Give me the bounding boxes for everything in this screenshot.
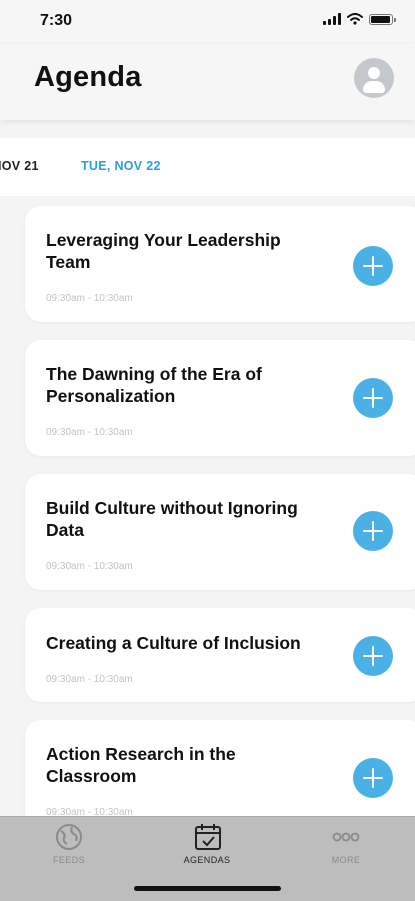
session-title: Leveraging Your Leadership Team — [46, 230, 281, 272]
date-tab-previous[interactable]: IOV 21 — [0, 159, 39, 173]
plus-icon-stroke — [372, 768, 374, 788]
signal-icon — [323, 13, 341, 25]
tab-more[interactable]: MORE — [277, 817, 415, 879]
user-icon-body — [363, 81, 385, 93]
plus-icon-stroke — [372, 646, 374, 666]
date-tab-active[interactable]: TUE, NOV 22 — [81, 159, 161, 173]
session-card[interactable]: Creating a Culture of Inclusion 09:30am … — [25, 608, 415, 702]
tab-agendas[interactable]: AGENDAS — [138, 817, 276, 879]
user-icon — [368, 67, 380, 79]
session-card[interactable]: Build Culture without Ignoring Data 09:3… — [25, 474, 415, 590]
session-title: Action Research in the Classroom — [46, 744, 236, 786]
session-title: Build Culture without Ignoring Data — [46, 498, 298, 540]
tab-label-agendas: AGENDAS — [183, 855, 231, 865]
status-bar: 7:30 — [0, 0, 415, 44]
tab-feeds[interactable]: FEEDS — [0, 817, 138, 879]
session-card[interactable]: The Dawning of the Era of Personalizatio… — [25, 340, 415, 456]
page-title: Agenda — [34, 61, 142, 93]
add-session-button[interactable] — [353, 758, 393, 798]
plus-icon-stroke — [372, 388, 374, 408]
globe-icon — [56, 824, 82, 850]
plus-icon-stroke — [372, 521, 374, 541]
add-session-button[interactable] — [353, 636, 393, 676]
session-card[interactable]: Leveraging Your Leadership Team 09:30am … — [25, 206, 415, 322]
session-time: 09:30am - 10:30am — [46, 427, 133, 438]
session-title: Creating a Culture of Inclusion — [46, 633, 301, 653]
session-list[interactable]: Leveraging Your Leadership Team 09:30am … — [0, 196, 415, 816]
session-time: 09:30am - 10:30am — [46, 807, 133, 816]
add-session-button[interactable] — [353, 378, 393, 418]
add-session-button[interactable] — [353, 246, 393, 286]
home-indicator — [134, 886, 281, 891]
session-time: 09:30am - 10:30am — [46, 561, 133, 572]
plus-icon-stroke — [372, 256, 374, 276]
calendar-check-icon — [195, 824, 221, 850]
add-session-button[interactable] — [353, 511, 393, 551]
header: Agenda — [0, 44, 415, 120]
status-icons — [323, 13, 396, 25]
date-strip: IOV 21 TUE, NOV 22 — [0, 138, 415, 196]
session-time: 09:30am - 10:30am — [46, 293, 133, 304]
avatar-button[interactable] — [354, 58, 394, 98]
session-card[interactable]: Action Research in the Classroom 09:30am… — [25, 720, 415, 816]
session-time: 09:30am - 10:30am — [46, 674, 133, 685]
wifi-icon — [347, 13, 363, 25]
tab-label-feeds: FEEDS — [52, 855, 85, 865]
battery-icon — [369, 13, 396, 25]
tab-label-more: MORE — [331, 855, 361, 865]
status-time: 7:30 — [40, 12, 73, 29]
ellipsis-icon — [332, 832, 360, 842]
session-title: The Dawning of the Era of Personalizatio… — [46, 364, 262, 406]
